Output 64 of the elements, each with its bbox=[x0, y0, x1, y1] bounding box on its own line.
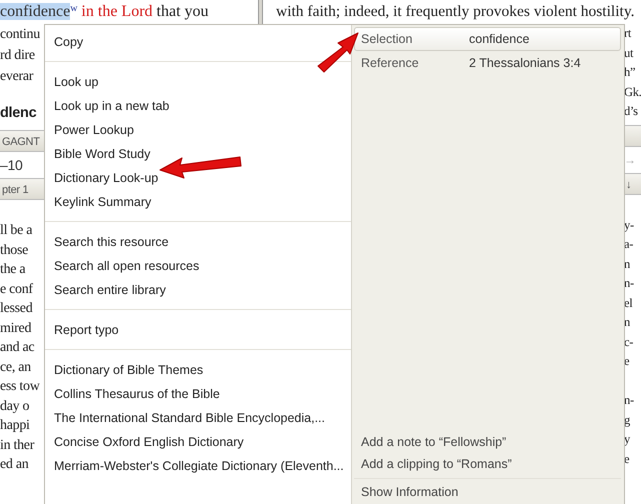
menu-item[interactable]: Collins Thesaurus of the Bible bbox=[52, 382, 222, 406]
body-text: n bbox=[624, 256, 630, 270]
body-text: ut bbox=[624, 46, 634, 60]
menu-item[interactable]: Search entire library bbox=[52, 278, 168, 302]
body-text: in ther bbox=[0, 438, 34, 452]
menu-item[interactable]: Search this resource bbox=[52, 230, 171, 254]
words-of-jesus-text: in the Lord bbox=[80, 3, 153, 20]
menu-item[interactable]: Keylink Summary bbox=[52, 190, 154, 214]
menu-item[interactable]: Add a clipping to “Romans” bbox=[359, 453, 514, 475]
menu-item[interactable]: Report typo bbox=[52, 318, 121, 342]
toolbar-tab[interactable]: pter 1 bbox=[0, 178, 44, 200]
body-text: and ac bbox=[0, 340, 34, 355]
menu-item[interactable]: Show Information bbox=[359, 481, 460, 503]
body-text: lessed bbox=[0, 301, 32, 316]
info-value: confidence bbox=[469, 31, 530, 48]
menu-item[interactable]: The International Standard Bible Encyclopedia,... bbox=[52, 406, 328, 430]
body-text: ce, an bbox=[0, 360, 31, 374]
info-label: Selection bbox=[361, 31, 414, 48]
body-text: ess tow bbox=[0, 379, 40, 394]
pane-splitter[interactable] bbox=[258, 0, 263, 24]
body-text: that you bbox=[156, 3, 209, 20]
body-text: mired bbox=[0, 320, 32, 336]
body-text: n- bbox=[624, 393, 634, 407]
toolbar-tab[interactable]: GAGNT bbox=[0, 130, 44, 152]
body-text: rt bbox=[624, 26, 632, 40]
menu-item[interactable]: Concise Oxford English Dictionary bbox=[52, 430, 246, 454]
body-text: everar bbox=[0, 69, 34, 84]
body-text: day o bbox=[0, 398, 30, 414]
annotation-arrow bbox=[318, 32, 358, 72]
menu-item[interactable]: Look up in a new tab bbox=[52, 94, 172, 118]
reference-field[interactable]: –10 bbox=[0, 155, 44, 175]
body-text: continu bbox=[0, 27, 40, 42]
selected-word: confidence bbox=[0, 3, 70, 20]
body-text: happi bbox=[0, 418, 30, 433]
body-text: y- bbox=[624, 218, 634, 232]
info-row[interactable]: Selection confidence bbox=[354, 27, 621, 51]
body-text: ll be a bbox=[0, 223, 32, 238]
info-value: 2 Thessalonians 3:4 bbox=[469, 55, 581, 72]
info-row[interactable]: Reference 2 Thessalonians 3:4 bbox=[354, 51, 621, 75]
body-text: Gk. bbox=[624, 84, 641, 98]
menu-item[interactable]: Copy bbox=[52, 30, 86, 54]
body-text: rd dire bbox=[0, 48, 35, 63]
body-text: the a bbox=[0, 262, 26, 277]
info-label: Reference bbox=[361, 55, 420, 72]
body-text: y bbox=[624, 432, 630, 446]
body-text: g bbox=[624, 412, 630, 426]
body-text: e conf bbox=[0, 282, 33, 296]
menu-item[interactable]: Merriam-Webster's Collegiate Dictionary (Eleventh... bbox=[52, 454, 346, 478]
menu-item[interactable]: Search all open resources bbox=[52, 254, 202, 278]
body-text: n- bbox=[624, 276, 634, 290]
body-text: ed an bbox=[0, 457, 28, 472]
menu-item[interactable]: Dictionary Look-up bbox=[52, 166, 160, 190]
menu-item[interactable]: Add a note to “Fellowship” bbox=[359, 431, 508, 453]
body-text: with faith; indeed, it frequently provokes violent hostility. bbox=[276, 3, 634, 20]
body-text: h” bbox=[624, 65, 636, 79]
menu-item[interactable]: Dictionary of Bible Themes bbox=[52, 358, 206, 382]
body-text: n bbox=[624, 315, 630, 329]
menu-item[interactable]: Look up bbox=[52, 70, 100, 94]
section-heading: dlenc bbox=[0, 105, 36, 121]
footnote-mark[interactable]: w bbox=[70, 3, 78, 14]
menu-item[interactable]: Bible Word Study bbox=[52, 142, 152, 166]
menu-item[interactable]: Power Lookup bbox=[52, 118, 136, 142]
down-arrow-button[interactable]: ↓ bbox=[624, 172, 641, 194]
body-text: those bbox=[0, 242, 28, 258]
